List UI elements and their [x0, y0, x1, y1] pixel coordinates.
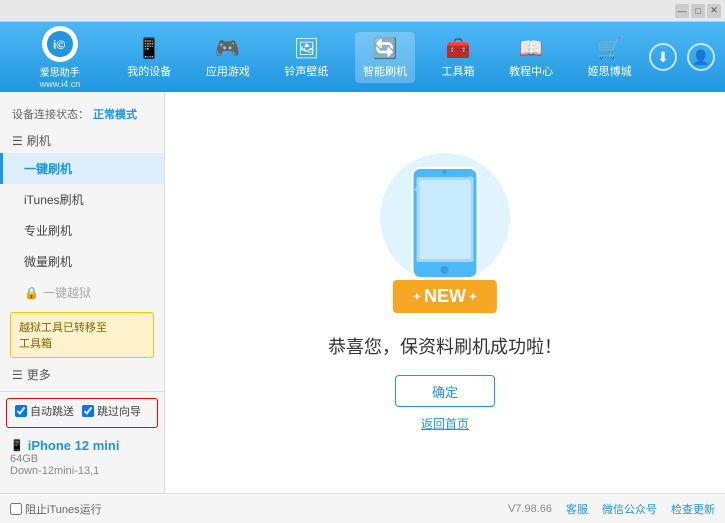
stop-itunes-label: 阻止iTunes运行 — [25, 501, 102, 517]
checkbox-row: 自动跳送 跳过向导 — [15, 403, 149, 419]
success-text: 恭喜您，保资料刷机成功啦！ — [328, 333, 562, 359]
nav-label: 教程中心 — [509, 63, 553, 79]
sidebar-scroll: 设备连接状态： 正常模式 ☰ 刷机 一键刷机 iTunes刷机 专业刷机 微量刷… — [0, 100, 164, 391]
section-flash-label: 刷机 — [27, 132, 51, 149]
download-button[interactable]: ⬇ — [649, 43, 677, 71]
nav-ringtone[interactable]: 🖼 铃声壁纸 — [276, 32, 336, 83]
auto-send-label: 自动跳送 — [30, 403, 74, 419]
footer-left: 阻止iTunes运行 — [10, 501, 508, 517]
minimize-button[interactable]: — — [675, 4, 689, 18]
close-button[interactable]: ✕ — [707, 4, 721, 18]
footer-right: V7.98.66 客服 微信公众号 检查更新 — [508, 501, 715, 517]
nav-store[interactable]: 🛒 姬思博城 — [580, 32, 640, 83]
nav-label: 应用游戏 — [206, 63, 250, 79]
tutorial-icon: 📖 — [519, 36, 544, 61]
header: i© 爱思助手 www.i4.cn 📱 我的设备 🎮 应用游戏 🖼 铃声壁纸 🔄… — [0, 22, 725, 92]
nav-my-device[interactable]: 📱 我的设备 — [119, 32, 179, 83]
skip-wizard-input[interactable] — [82, 405, 94, 417]
logo-text: 爱思助手 www.i4.cn — [40, 64, 81, 89]
jailbreak-label: 一键越狱 — [43, 284, 91, 301]
sidebar: 设备连接状态： 正常模式 ☰ 刷机 一键刷机 iTunes刷机 专业刷机 微量刷… — [0, 92, 165, 493]
title-bar: — □ ✕ — [0, 0, 725, 22]
sidebar-item-pro-flash[interactable]: 专业刷机 — [0, 215, 164, 246]
account-button[interactable]: 👤 — [687, 43, 715, 71]
nav-apps-games[interactable]: 🎮 应用游戏 — [198, 32, 258, 83]
flash-icon: 🔄 — [373, 36, 398, 61]
sidebar-item-data-flash[interactable]: 微量刷机 — [0, 246, 164, 277]
go-back-link[interactable]: 返回首页 — [421, 415, 469, 432]
device-name: iPhone 12 mini — [28, 438, 120, 453]
nav-label: 铃声壁纸 — [284, 63, 328, 79]
logo-icon: i© — [42, 26, 78, 62]
auto-send-input[interactable] — [15, 405, 27, 417]
footer: 阻止iTunes运行 V7.98.66 客服 微信公众号 检查更新 — [0, 493, 725, 523]
sidebar-item-itunes-flash[interactable]: iTunes刷机 — [0, 184, 164, 215]
stop-itunes-checkbox[interactable]: 阻止iTunes运行 — [10, 501, 102, 517]
device-firmware: Down-12mini-13,1 — [10, 465, 154, 477]
toolbox-icon: 🧰 — [446, 36, 471, 61]
footer-check-update[interactable]: 检查更新 — [671, 501, 715, 517]
warning-text: 越狱工具已转移至工具箱 — [19, 322, 107, 350]
skip-wizard-label: 跳过向导 — [97, 403, 141, 419]
section-flash-icon: ☰ — [12, 134, 23, 148]
section-flash: ☰ 刷机 — [0, 128, 164, 153]
phone-wrapper: ✦ ✦ NEW — [375, 153, 515, 313]
checkbox-container: 自动跳送 跳过向导 — [6, 398, 158, 428]
device-info: 📱 iPhone 12 mini 64GB Down-12mini-13,1 — [0, 434, 164, 481]
stop-itunes-input[interactable] — [10, 503, 22, 515]
ringtone-icon: 🖼 — [294, 36, 319, 61]
sidebar-wrapper: 设备连接状态： 正常模式 ☰ 刷机 一键刷机 iTunes刷机 专业刷机 微量刷… — [0, 100, 164, 485]
device-phone-icon: 📱 — [10, 439, 24, 452]
nav-items: 📱 我的设备 🎮 应用游戏 🖼 铃声壁纸 🔄 智能刷机 🧰 工具箱 📖 教程中心… — [110, 32, 649, 83]
section-more: ☰ 更多 — [0, 362, 164, 387]
nav-tutorial[interactable]: 📖 教程中心 — [501, 32, 561, 83]
jailbreak-warning: 越狱工具已转移至工具箱 — [10, 312, 154, 358]
more-icon: ☰ — [12, 368, 23, 382]
nav-label: 工具箱 — [442, 63, 475, 79]
device-capacity: 64GB — [10, 453, 154, 465]
confirm-button[interactable]: 确定 — [395, 375, 495, 407]
svg-text:✦: ✦ — [466, 172, 476, 186]
nav-label: 我的设备 — [127, 63, 171, 79]
status-label: 设备连接状态： — [12, 106, 89, 122]
apps-icon: 🎮 — [215, 36, 240, 61]
nav-right: ⬇ 👤 — [649, 43, 715, 71]
right-panel: ✦ ✦ NEW 恭喜您，保资料刷机成功啦！ 确定 返回首页 — [165, 92, 725, 493]
footer-wechat[interactable]: 微信公众号 — [602, 501, 657, 517]
maximize-button[interactable]: □ — [691, 4, 705, 18]
skip-wizard-checkbox[interactable]: 跳过向导 — [82, 403, 141, 419]
footer-service[interactable]: 客服 — [566, 501, 588, 517]
main-content: 设备连接状态： 正常模式 ☰ 刷机 一键刷机 iTunes刷机 专业刷机 微量刷… — [0, 92, 725, 493]
store-icon: 🛒 — [597, 36, 622, 61]
svg-text:i©: i© — [53, 38, 65, 52]
svg-text:✦: ✦ — [413, 185, 421, 196]
device-icon: 📱 — [137, 36, 162, 61]
nav-toolbox[interactable]: 🧰 工具箱 — [434, 32, 483, 83]
nav-label: 姬思博城 — [588, 63, 632, 79]
sidebar-item-one-click-flash[interactable]: 一键刷机 — [0, 153, 164, 184]
auto-send-checkbox[interactable]: 自动跳送 — [15, 403, 74, 419]
logo-area: i© 爱思助手 www.i4.cn — [10, 26, 110, 89]
illustration-area: ✦ ✦ NEW — [375, 153, 515, 313]
section-more-label: 更多 — [27, 366, 51, 383]
status-value: 正常模式 — [93, 106, 137, 122]
new-badge: NEW — [393, 280, 497, 313]
device-status: 设备连接状态： 正常模式 — [0, 100, 164, 128]
sidebar-footer: 自动跳送 跳过向导 📱 iPhone 12 mini 64GB — [0, 391, 164, 485]
footer-version: V7.98.66 — [508, 503, 552, 515]
sidebar-item-jailbreak: 🔒 一键越狱 — [0, 277, 164, 308]
nav-smart-flash[interactable]: 🔄 智能刷机 — [355, 32, 415, 83]
lock-icon: 🔒 — [24, 286, 39, 300]
nav-label: 智能刷机 — [363, 63, 407, 79]
phone-svg: ✦ ✦ — [408, 163, 483, 288]
